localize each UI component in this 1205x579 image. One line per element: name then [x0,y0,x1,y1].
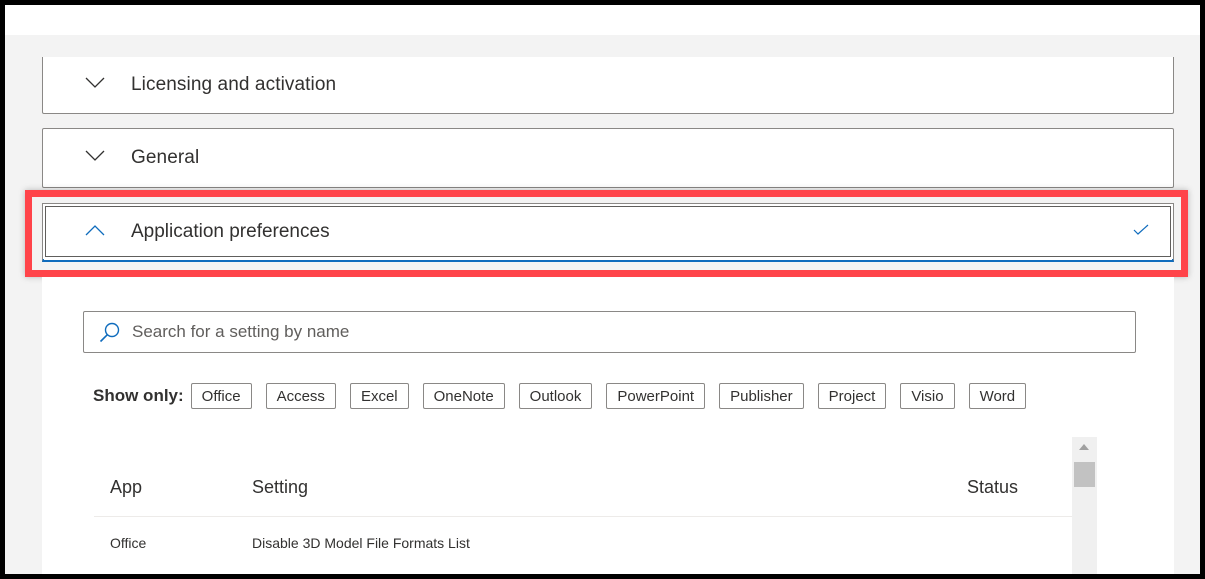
search-input[interactable] [132,312,1112,352]
filter-chip-powerpoint[interactable]: PowerPoint [606,383,706,409]
app-window: Licensing and activation General Applica… [5,5,1200,574]
filter-chip-office[interactable]: Office [190,383,252,409]
search-icon [99,322,120,343]
scrollbar-thumb[interactable] [1074,462,1095,487]
filter-chip-outlook[interactable]: Outlook [518,383,593,409]
section-title: General [131,147,200,168]
chevron-down-icon [85,150,105,161]
cell-app: Office [110,535,147,551]
section-general[interactable]: General [42,128,1174,188]
chevron-up-icon [85,224,105,235]
filter-chip-visio[interactable]: Visio [900,383,955,409]
filter-chip-onenote[interactable]: OneNote [422,383,505,409]
top-bar [5,5,1200,35]
table-header: App Setting Status [94,437,1072,517]
settings-table: App Setting Status Office Disable 3D Mod… [94,437,1072,574]
filter-chip-access[interactable]: Access [265,383,336,409]
application-preferences-panel: Show only: Office Access Excel OneNote O… [42,277,1174,574]
cell-setting[interactable]: Disable 3D Model File Formats List [252,535,470,551]
checkmark-icon [1133,224,1149,235]
filter-chip-excel[interactable]: Excel [349,383,409,409]
column-header-status[interactable]: Status [967,477,1018,498]
filter-bar: Show only: Office Access Excel OneNote O… [93,382,1040,410]
table-scrollbar[interactable] [1072,437,1097,574]
column-header-setting[interactable]: Setting [252,477,308,498]
chevron-down-icon [85,77,105,88]
scroll-up-arrow-icon[interactable] [1079,444,1089,450]
search-box[interactable] [83,311,1136,353]
filter-label: Show only: [93,386,184,405]
filter-chip-publisher[interactable]: Publisher [719,383,804,409]
filter-chip-project[interactable]: Project [817,383,887,409]
column-header-app[interactable]: App [110,477,142,498]
section-title: Application preferences [131,220,330,242]
section-title: Licensing and activation [131,74,337,95]
section-application-preferences[interactable]: Application preferences [42,203,1174,262]
table-row[interactable]: Office Disable 3D Model File Formats Lis… [94,517,1072,574]
section-licensing-activation[interactable]: Licensing and activation [42,57,1174,114]
filter-chip-word[interactable]: Word [968,383,1027,409]
